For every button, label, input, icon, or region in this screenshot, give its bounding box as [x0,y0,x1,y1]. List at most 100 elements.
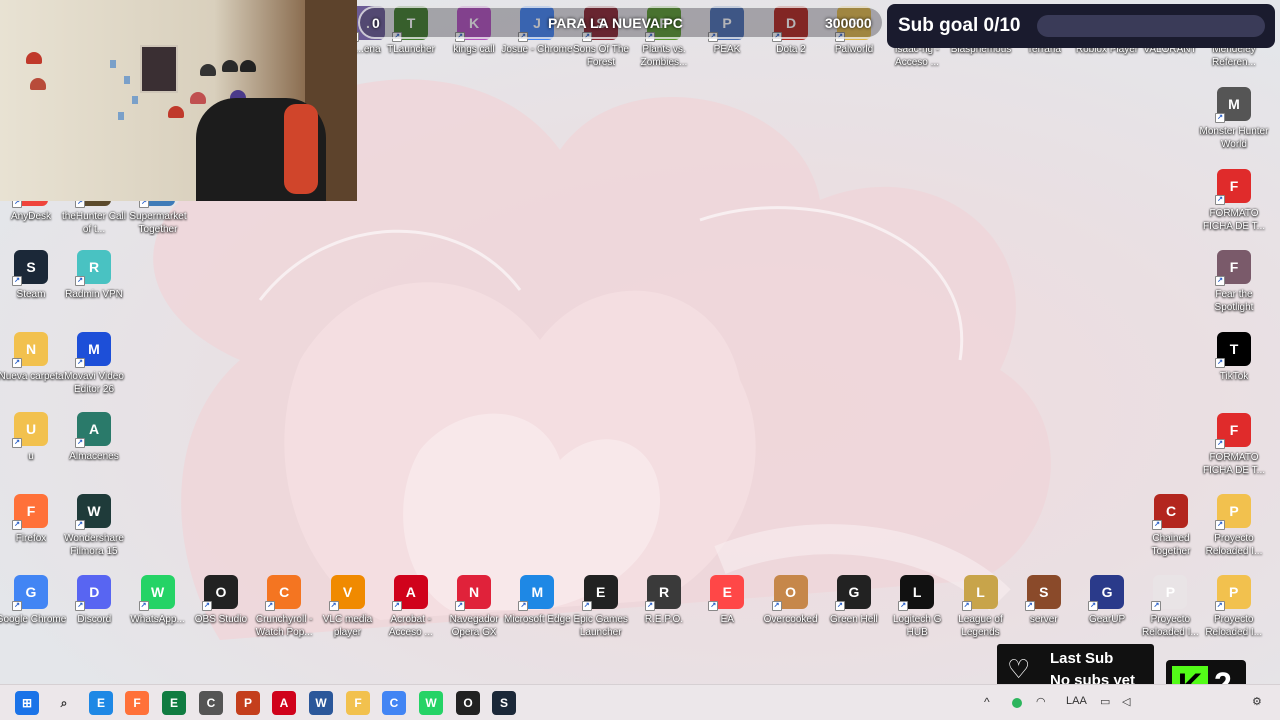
shortcut-arrow-icon: ↗ [1215,195,1225,205]
sticker [110,60,116,68]
desktop-shortcut[interactable]: D ↗ Discord [62,575,126,626]
desktop-shortcut[interactable]: E ↗ EA [695,575,759,626]
desktop-shortcut[interactable]: N ↗ Navegador Opera GX [442,575,506,639]
steam-icon: S ↗ [12,250,48,286]
shortcut-arrow-icon: ↗ [1215,520,1225,530]
desktop-shortcut[interactable]: C ↗ Crunchyroll - Watch Pop... [252,575,316,639]
shortcut-arrow-icon: ↗ [1215,439,1225,449]
desktop-shortcut-label: Josue - Chrome [501,44,573,55]
shortcut-arrow-icon: ↗ [75,520,85,530]
desktop-shortcut[interactable]: A ↗ Acrobat - Acceso ... [379,575,443,639]
obs-icon[interactable]: O [456,691,480,715]
desktop-shortcut[interactable]: G ↗ Green Hell [822,575,886,626]
desktop-shortcut[interactable]: L ↗ League of Legends [949,575,1013,639]
windows-start-icon[interactable]: ⊞ [15,691,39,715]
desktop-shortcut[interactable]: P ↗ Proyecto Reloaded I... [1202,494,1266,558]
word-icon[interactable]: W [309,691,333,715]
desktop-shortcut[interactable]: O ↗ OBS Studio [189,575,253,626]
game-icon: S↗ [1024,575,1061,611]
desktop-shortcut[interactable]: F ↗ FORMATO FICHA DE T... [1202,169,1266,233]
network-icon[interactable]: ▭ [1100,695,1110,708]
desktop-shortcut[interactable]: A ↗ Almacenes [62,412,126,463]
shortcut-arrow-icon: ↗ [961,601,972,611]
shortcut-arrow-icon: ↗ [75,438,85,448]
desktop-shortcut[interactable]: L ↗ Logitech G HUB [885,575,949,639]
shortcut-arrow-icon: ↗ [201,601,212,611]
desktop-shortcut[interactable]: W ↗ WhatsApp... [126,575,190,626]
shortcut-arrow-icon: ↗ [1215,358,1225,368]
cap [26,52,42,64]
game-icon: C ↗ [1152,494,1188,530]
chevron-up-icon[interactable]: ^ [984,695,990,709]
desktop-shortcut-label: Crunchyroll - Watch Pop... [255,614,313,638]
desktop-shortcut-label: WhatsApp... [130,614,185,625]
shortcut-arrow-icon: ↗ [265,601,276,611]
desktop-shortcut[interactable]: S ↗ server [1012,575,1076,626]
poster [140,45,178,93]
app-l-icon[interactable]: A [272,691,296,715]
desktop-shortcut-label: R.E.P.O. [644,614,684,625]
desktop-shortcut[interactable]: C ↗ Chained Together [1139,494,1203,558]
game-icon: R ↗ [645,575,681,611]
desktop-shortcut-label: Palworld [834,44,874,55]
desktop-shortcut[interactable]: G ↗ Google Chrome [0,575,66,626]
desktop-shortcut[interactable]: W ↗ Wondershare Filmora 15 [62,494,126,558]
desktop-shortcut-label: FORMATO FICHA DE T... [1202,208,1266,232]
desktop-shortcut[interactable]: F ↗ Firefox [0,494,63,545]
desktop-shortcut[interactable]: N ↗ Nueva carpeta [0,332,64,383]
desktop-shortcut-label: Fear the Spotlight [1214,289,1254,313]
vlc-icon: V ↗ [328,575,365,611]
folder-icon: U ↗ [12,412,48,448]
desktop-shortcut[interactable]: P ↗ Proyecto Reloaded I... [1138,575,1202,639]
desktop-shortcut[interactable]: E ↗ Epic Games Launcher [569,575,633,639]
desktop-shortcut-label: TLauncher [387,44,435,55]
movavi-icon: M ↗ [75,332,111,368]
chrome-icon[interactable]: C [382,691,406,715]
desktop-shortcut[interactable]: F ↗ Fear the Spotlight [1202,250,1266,314]
shortcut-arrow-icon: ↗ [391,601,402,611]
desktop-shortcut-label: Overcooked [763,614,818,625]
folder-icon: P ↗ [1214,575,1251,611]
steam-icon[interactable]: S [492,691,516,715]
pdf-icon: F ↗ [1215,169,1251,205]
desktop-shortcut[interactable]: O ↗ Overcooked [759,575,823,626]
cap [200,64,216,76]
goal-target: 300000 [825,15,872,31]
desktop-shortcut-label: TikTok [1219,371,1249,382]
desktop-shortcut[interactable]: M ↗ Movavi Video Editor 26 [62,332,126,396]
desktop-shortcut[interactable]: F ↗ FORMATO FICHA DE T... [1202,413,1266,477]
edge-icon: M ↗ [518,575,555,611]
desktop-shortcut[interactable]: R ↗ R.E.P.O. [632,575,696,626]
powerpoint-icon[interactable]: P [236,691,260,715]
cap [30,78,46,90]
volume-icon[interactable]: ◁ [1122,695,1130,708]
desktop-shortcut[interactable]: U ↗ u [0,412,63,463]
epic-icon: E ↗ [581,575,618,611]
desktop-shortcut[interactable]: S ↗ Steam [0,250,63,301]
desktop-shortcut[interactable]: M ↗ Microsoft Edge [504,575,571,626]
whatsapp-icon[interactable]: W [419,691,443,715]
tray-app-icon[interactable] [1012,698,1022,708]
language-indicator[interactable]: LAA [1066,695,1087,707]
shortcut-arrow-icon: ↗ [1088,601,1099,611]
firefox-icon[interactable]: F [125,691,149,715]
desktop-shortcut[interactable]: R ↗ Radmin VPN [62,250,126,301]
desktop-shortcut-label: EA [720,614,734,625]
notification-icon[interactable]: ⚙ [1252,695,1262,708]
file-explorer-icon[interactable]: F [346,691,370,715]
edge-icon[interactable]: E [89,691,113,715]
wifi-icon[interactable]: ◠ [1036,695,1046,708]
desktop-shortcut[interactable]: G ↗ GearUP [1075,575,1139,626]
excel-icon[interactable]: E [162,691,186,715]
desktop-shortcut[interactable]: P ↗ Proyecto Reloaded I... [1202,575,1266,639]
desktop-shortcut[interactable]: V ↗ VLC media player [316,575,380,639]
camera-icon[interactable]: C [199,691,223,715]
desktop-shortcut[interactable]: M ↗ Monster Hunter World [1200,87,1268,151]
crunchyroll-icon: C ↗ [265,575,302,611]
shortcut-arrow-icon: ↗ [581,601,592,611]
tiktok-icon: T ↗ [1215,332,1251,368]
shortcut-arrow-icon: ↗ [75,358,85,368]
search-icon[interactable]: ⌕ [52,691,76,715]
desktop-shortcut[interactable]: T ↗ TikTok [1202,332,1266,383]
whatsapp-icon: W ↗ [138,575,175,611]
